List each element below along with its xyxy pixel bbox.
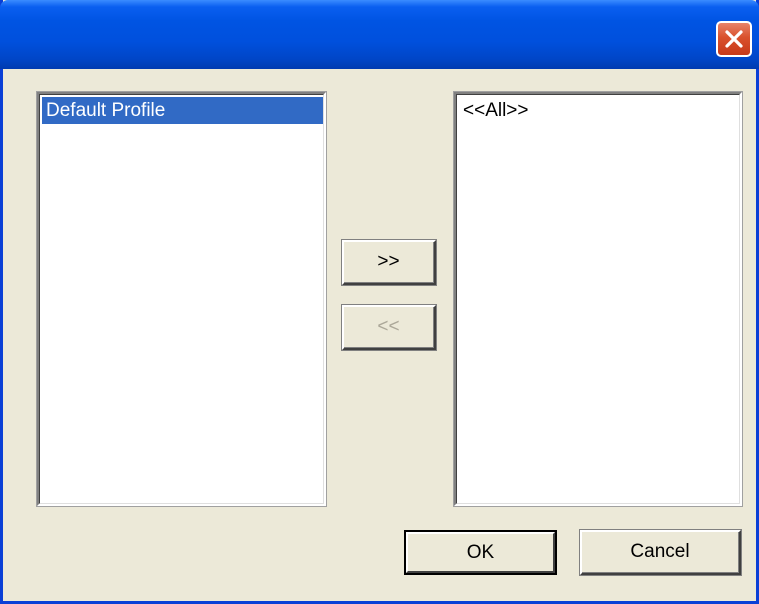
- selected-profiles-list[interactable]: <<All>>: [453, 91, 743, 507]
- ok-button[interactable]: OK: [404, 530, 557, 575]
- selected-profiles-list-inner: <<All>>: [456, 94, 740, 504]
- list-item-default-profile[interactable]: Default Profile: [42, 97, 323, 124]
- remove-button-label: <<: [344, 307, 434, 348]
- add-button[interactable]: >>: [341, 239, 437, 286]
- available-profiles-list-inner: Default Profile: [39, 94, 324, 504]
- cancel-button[interactable]: Cancel: [579, 529, 742, 576]
- ok-button-label: OK: [406, 532, 555, 573]
- close-icon: [725, 30, 743, 48]
- title-bar[interactable]: [0, 0, 759, 69]
- close-button[interactable]: [716, 21, 752, 57]
- add-button-label: >>: [344, 242, 434, 283]
- cancel-button-label: Cancel: [582, 532, 739, 573]
- dialog-window: Default Profile >> << <<All>> OK Cancel: [0, 0, 759, 604]
- available-profiles-list[interactable]: Default Profile: [36, 91, 327, 507]
- list-item-all[interactable]: <<All>>: [459, 97, 529, 124]
- remove-button[interactable]: <<: [341, 304, 437, 351]
